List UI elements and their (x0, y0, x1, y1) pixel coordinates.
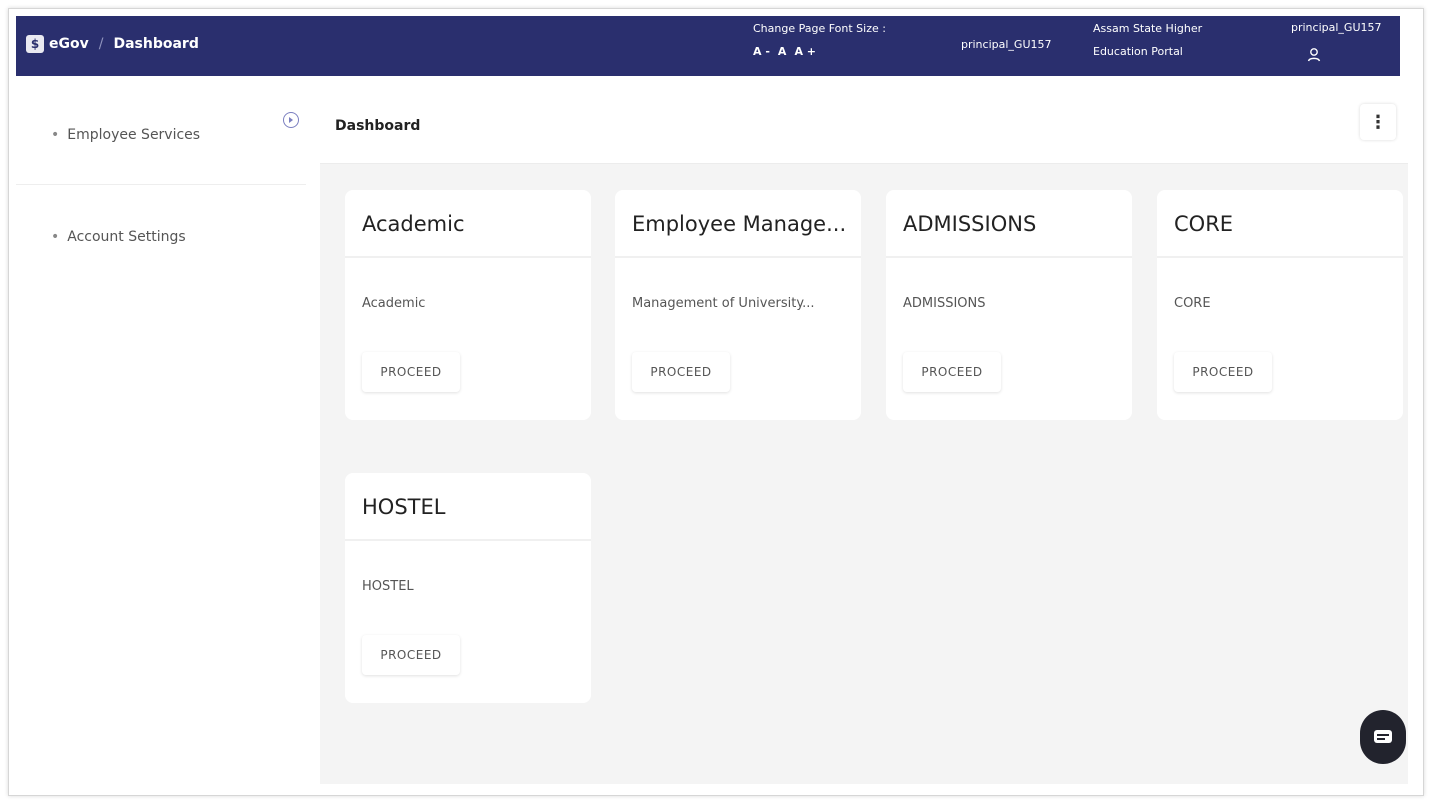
card-title: CORE (1174, 212, 1234, 236)
font-increase-button[interactable]: A + (794, 44, 816, 59)
chat-button[interactable] (1360, 710, 1406, 764)
chevron-right-icon (289, 117, 293, 123)
card-title: Academic (362, 212, 465, 236)
card-header: Academic (345, 190, 591, 258)
user-icon[interactable] (1304, 45, 1324, 65)
username-label: principal_GU157 (961, 38, 1052, 51)
proceed-button[interactable]: PROCEED (903, 352, 1001, 392)
card-description: HOSTEL (362, 579, 414, 594)
module-card-hostel: HOSTEL HOSTEL PROCEED (345, 473, 591, 703)
card-description: ADMISSIONS (903, 296, 986, 311)
module-card-admissions: ADMISSIONS ADMISSIONS PROCEED (886, 190, 1132, 420)
card-title: HOSTEL (362, 495, 446, 519)
card-title: Employee Manage... (632, 212, 847, 236)
card-header: ADMISSIONS (886, 190, 1132, 258)
card-description: CORE (1174, 296, 1211, 311)
font-normal-button[interactable]: A (778, 44, 787, 59)
proceed-button[interactable]: PROCEED (362, 352, 460, 392)
page-title: Dashboard (335, 118, 421, 134)
breadcrumb-separator: / (98, 36, 104, 52)
proceed-button[interactable]: PROCEED (362, 635, 460, 675)
portal-name-line1: Assam State Higher (1093, 22, 1203, 35)
top-navbar: $ eGov / Dashboard Change Page Font Size… (16, 16, 1400, 76)
card-header: HOSTEL (345, 473, 591, 541)
bullet-icon: • (51, 229, 60, 245)
card-description: Academic (362, 296, 426, 311)
portal-name: Assam State Higher Education Portal (1093, 21, 1243, 59)
chat-icon (1374, 730, 1392, 743)
user-menu-name[interactable]: principal_GU157 (1291, 21, 1382, 34)
card-title: ADMISSIONS (903, 212, 1037, 236)
content-header: Dashboard ⋮ (320, 84, 1408, 164)
more-options-button[interactable]: ⋮ (1360, 104, 1396, 140)
egov-logo-icon[interactable]: $ (26, 35, 44, 53)
sidebar-item-label: Employee Services (67, 127, 201, 143)
font-size-control: Change Page Font Size : A - A A + (753, 21, 886, 59)
module-card-academic: Academic Academic PROCEED (345, 190, 591, 420)
main-content: Dashboard ⋮ Academic Academic PROCEED Em… (320, 84, 1408, 784)
module-card-core: CORE CORE PROCEED (1157, 190, 1403, 420)
brand-name[interactable]: eGov (49, 36, 89, 52)
module-card-employee-management: Employee Manage... Management of Univers… (615, 190, 861, 420)
proceed-button[interactable]: PROCEED (632, 352, 730, 392)
breadcrumb: $ eGov / Dashboard (26, 35, 199, 53)
sidebar-collapse-button[interactable] (283, 112, 299, 128)
bullet-icon: • (51, 127, 60, 143)
breadcrumb-current-page: Dashboard (113, 36, 199, 52)
sidebar-item-employee-services[interactable]: • Employee Services (51, 127, 200, 143)
font-size-label: Change Page Font Size : (753, 22, 886, 35)
sidebar: • Employee Services • Account Settings (16, 84, 306, 784)
sidebar-item-label: Account Settings (67, 229, 186, 245)
sidebar-divider (16, 184, 306, 185)
proceed-button[interactable]: PROCEED (1174, 352, 1272, 392)
sidebar-item-account-settings[interactable]: • Account Settings (51, 229, 186, 245)
card-header: Employee Manage... (615, 190, 861, 258)
card-header: CORE (1157, 190, 1403, 258)
portal-name-line2: Education Portal (1093, 45, 1183, 58)
card-description: Management of University... (632, 296, 815, 311)
kebab-menu-icon: ⋮ (1369, 111, 1387, 133)
font-decrease-button[interactable]: A - (753, 44, 770, 59)
